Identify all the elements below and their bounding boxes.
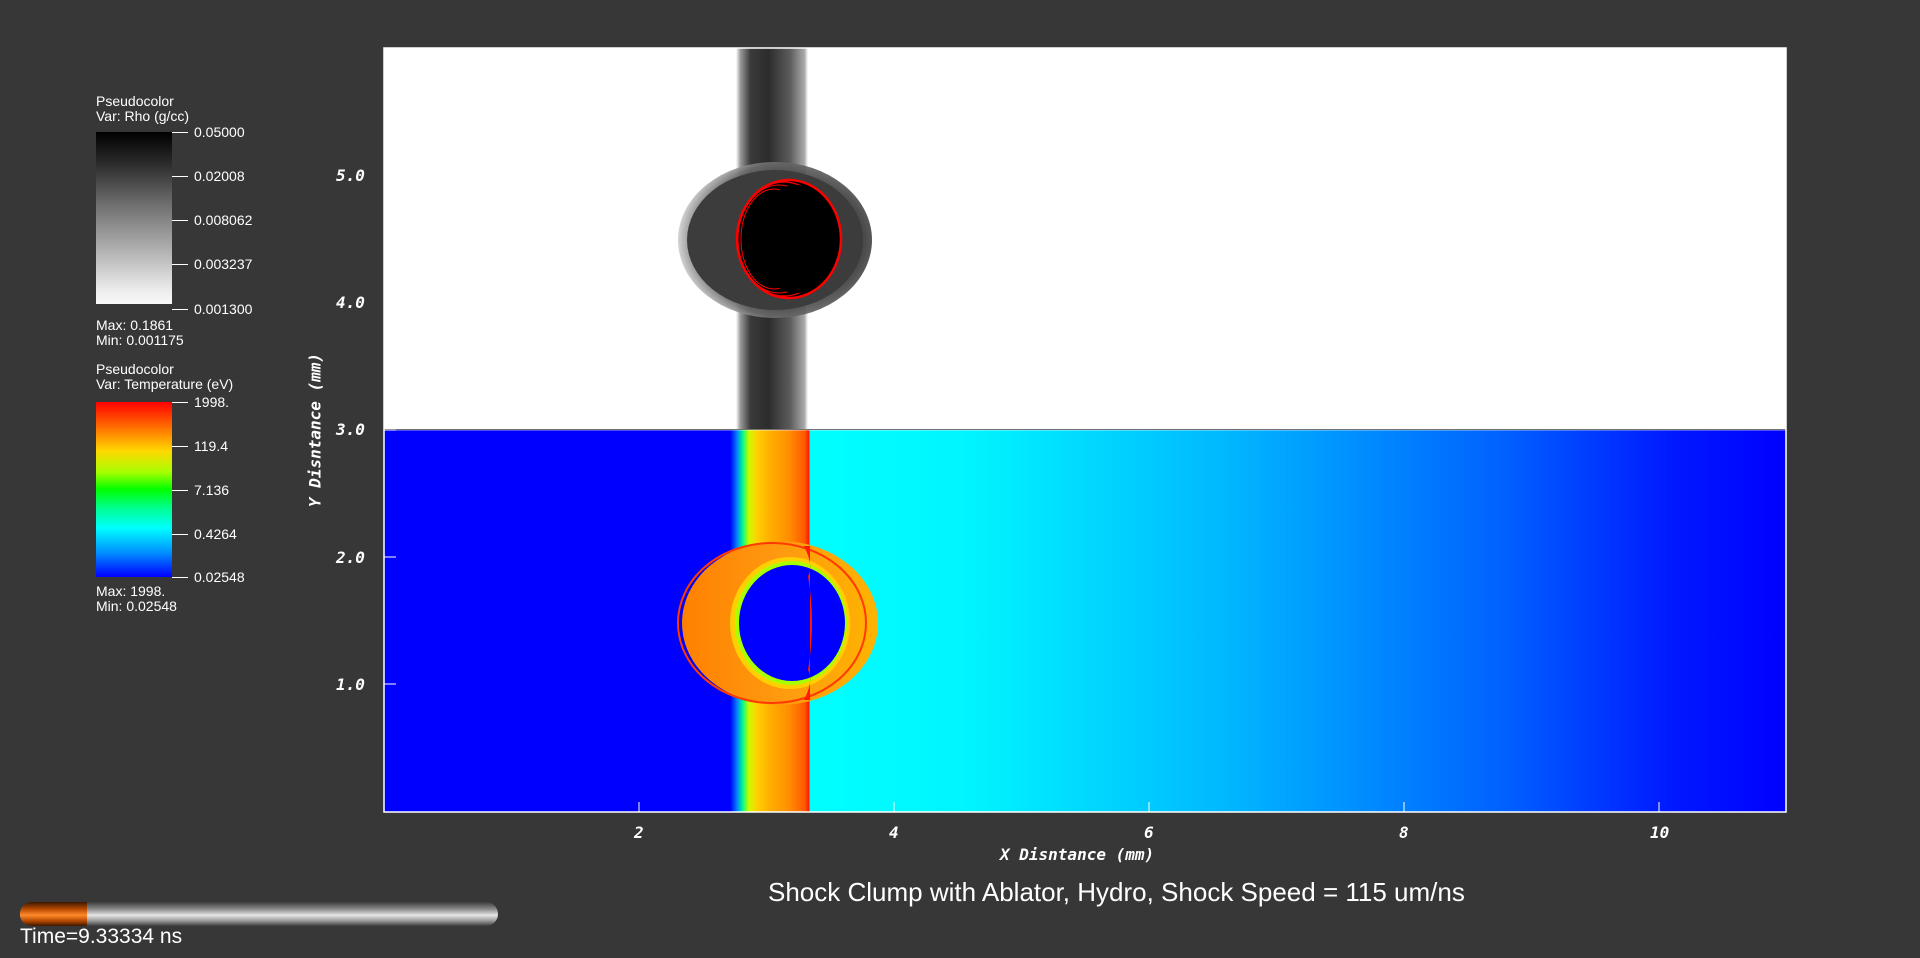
rho-tick-label: 0.05000 (194, 124, 245, 140)
y-tick-label: 4.0 (336, 293, 365, 312)
time-label: Time=9.33334 ns (20, 925, 183, 948)
x-tick-label: 4 (889, 823, 899, 842)
x-tick-label: 8 (1399, 823, 1409, 842)
temperature-colorbar (96, 402, 172, 577)
temperature-legend: Pseudocolor Var: Temperature (eV) 1998. … (96, 362, 296, 618)
y-tick-label: 5.0 (336, 166, 365, 185)
temperature-tick-label: 0.02548 (194, 569, 245, 585)
simulation-plot (383, 47, 1787, 813)
rho-legend-var: Var: Rho (g/cc) (96, 108, 190, 124)
temperature-legend-max: Max: 1998. (96, 583, 166, 599)
temperature-legend-min: Min: 0.02548 (96, 598, 177, 614)
y-tick-label: 3.0 (336, 420, 365, 439)
x-tick-label: 6 (1144, 823, 1154, 842)
rho-tick-label: 0.008062 (194, 212, 253, 228)
y-tick-label: 1.0 (336, 675, 365, 694)
x-tick-label: 10 (1650, 823, 1670, 842)
temperature-tick-label: 1998. (194, 394, 230, 410)
rho-tick-label: 0.02008 (194, 168, 245, 184)
plot-title: Shock Clump with Ablator, Hydro, Shock S… (768, 877, 1465, 907)
rho-tick-label: 0.003237 (194, 256, 253, 272)
rho-legend-max: Max: 0.1861 (96, 317, 174, 333)
rho-colorbar (96, 132, 172, 304)
rho-legend-plot-type: Pseudocolor (96, 93, 174, 109)
time-progress-bar (20, 902, 498, 926)
y-axis-label: Y Disntance (mm) (305, 352, 325, 508)
time-progress-fill (20, 902, 87, 926)
temperature-tick-label: 119.4 (194, 438, 228, 454)
rho-legend: Pseudocolor Var: Rho (g/cc) 0.05000 0.02… (96, 94, 296, 350)
temperature-tick-label: 7.136 (194, 482, 230, 498)
temperature-legend-plot-type: Pseudocolor (96, 361, 174, 377)
x-tick-label: 2 (634, 823, 644, 842)
rho-tick-label: 0.001300 (194, 301, 253, 317)
rho-legend-min: Min: 0.001175 (96, 332, 184, 348)
temperature-legend-var: Var: Temperature (eV) (96, 376, 234, 392)
x-axis-label: X Disntance (mm) (1000, 845, 1155, 864)
temperature-tick-label: 0.4264 (194, 526, 237, 542)
rho-panel (384, 48, 1786, 429)
y-tick-label: 2.0 (336, 548, 365, 567)
temperature-panel (384, 430, 1786, 812)
